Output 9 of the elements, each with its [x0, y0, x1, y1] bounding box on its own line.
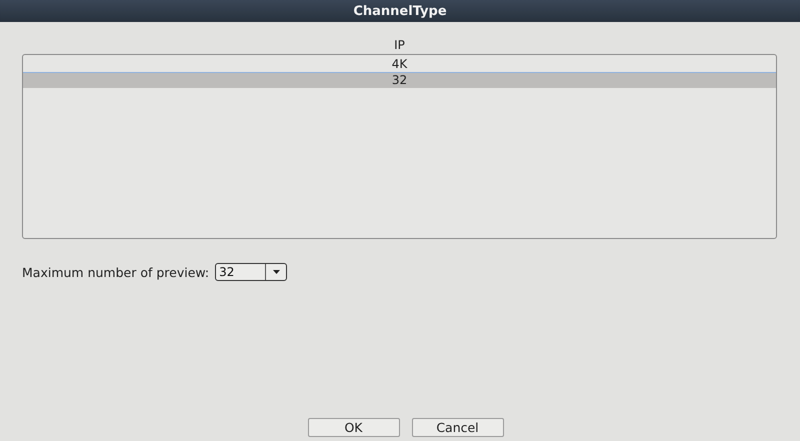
ok-button[interactable]: OK — [308, 418, 400, 437]
preview-label: Maximum number of preview: — [22, 264, 210, 280]
column-header: IP — [393, 37, 406, 54]
cancel-button[interactable]: Cancel — [412, 418, 504, 437]
list-row[interactable]: 4K — [23, 57, 776, 72]
caret-icon — [272, 270, 280, 274]
preview-dropdown[interactable]: 32 — [215, 263, 288, 281]
window-title: ChannelType — [353, 4, 447, 18]
list-row[interactable]: 32 — [23, 72, 776, 88]
